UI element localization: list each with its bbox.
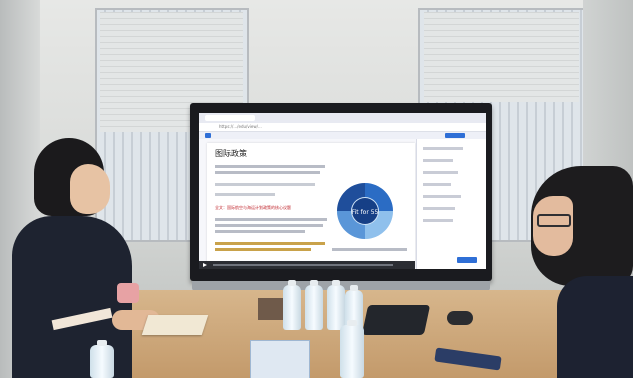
document-page: 图际政策 全文：国际航空与海运计划政策的核心议题 Fit for 55 <box>207 143 415 267</box>
browser-tab[interactable] <box>205 115 255 121</box>
right-window-blind <box>424 12 579 102</box>
dark-polo-shirt <box>12 216 132 378</box>
url-text: https://.../edu/view/... <box>219 124 262 129</box>
face <box>70 164 110 214</box>
browser-tab-bar <box>199 113 486 123</box>
highlighted-paragraph: 全文：国际航空与海运计划政策的核心议题 <box>215 205 291 210</box>
text-line <box>215 218 327 221</box>
pink-chair <box>117 283 139 303</box>
address-bar[interactable]: https://.../edu/view/... <box>199 123 486 132</box>
app-header <box>199 132 486 139</box>
meeting-room-photo: https://.../edu/view/... 图际政策 全文：国际航空与海运… <box>0 0 633 378</box>
glasses <box>537 214 571 227</box>
panel-line <box>423 207 455 210</box>
text-line <box>215 242 325 245</box>
text-line <box>215 171 320 174</box>
panel-line <box>423 159 453 162</box>
text-line <box>215 165 325 168</box>
panel-line <box>423 195 461 198</box>
dark-polo-shirt <box>557 276 633 378</box>
panel-line <box>423 147 463 150</box>
video-control-bar[interactable] <box>199 261 415 269</box>
display-content: https://.../edu/view/... 图际政策 全文：国际航空与海运… <box>199 113 486 269</box>
bottle-cap <box>347 320 357 326</box>
play-icon[interactable] <box>203 263 207 267</box>
panel-line <box>423 171 458 174</box>
water-bottle <box>327 280 345 330</box>
bottle-cap <box>310 280 318 286</box>
water-bottle <box>90 340 114 378</box>
wheel-center-label: Fit for 55 <box>352 209 379 216</box>
bottle-cap <box>97 340 107 346</box>
progress-track[interactable] <box>213 264 393 266</box>
keyboard <box>361 305 431 335</box>
person-left <box>12 138 160 378</box>
text-line <box>332 248 407 251</box>
water-bottle <box>305 280 323 330</box>
water-bottle <box>340 320 364 378</box>
text-line <box>215 224 323 227</box>
text-line <box>215 183 315 186</box>
notebook <box>141 315 209 335</box>
person-right <box>517 166 633 378</box>
app-logo-icon <box>205 133 211 138</box>
text-line <box>215 230 305 233</box>
doc-heading: 图际政策 <box>215 149 247 158</box>
panel-line <box>423 183 451 186</box>
water-bottle <box>283 280 301 330</box>
bottle-cap <box>350 285 358 291</box>
side-panel <box>416 139 486 269</box>
panel-line <box>423 219 453 222</box>
mouse <box>447 311 473 325</box>
text-line <box>215 193 275 196</box>
panel-action-button[interactable] <box>457 257 477 263</box>
bottle-cap <box>332 280 340 286</box>
text-line <box>215 248 311 251</box>
fit-for-55-wheel-diagram: Fit for 55 <box>337 183 393 239</box>
login-button[interactable] <box>445 133 465 138</box>
tissue-box <box>250 340 310 378</box>
bottle-cap <box>288 280 296 286</box>
